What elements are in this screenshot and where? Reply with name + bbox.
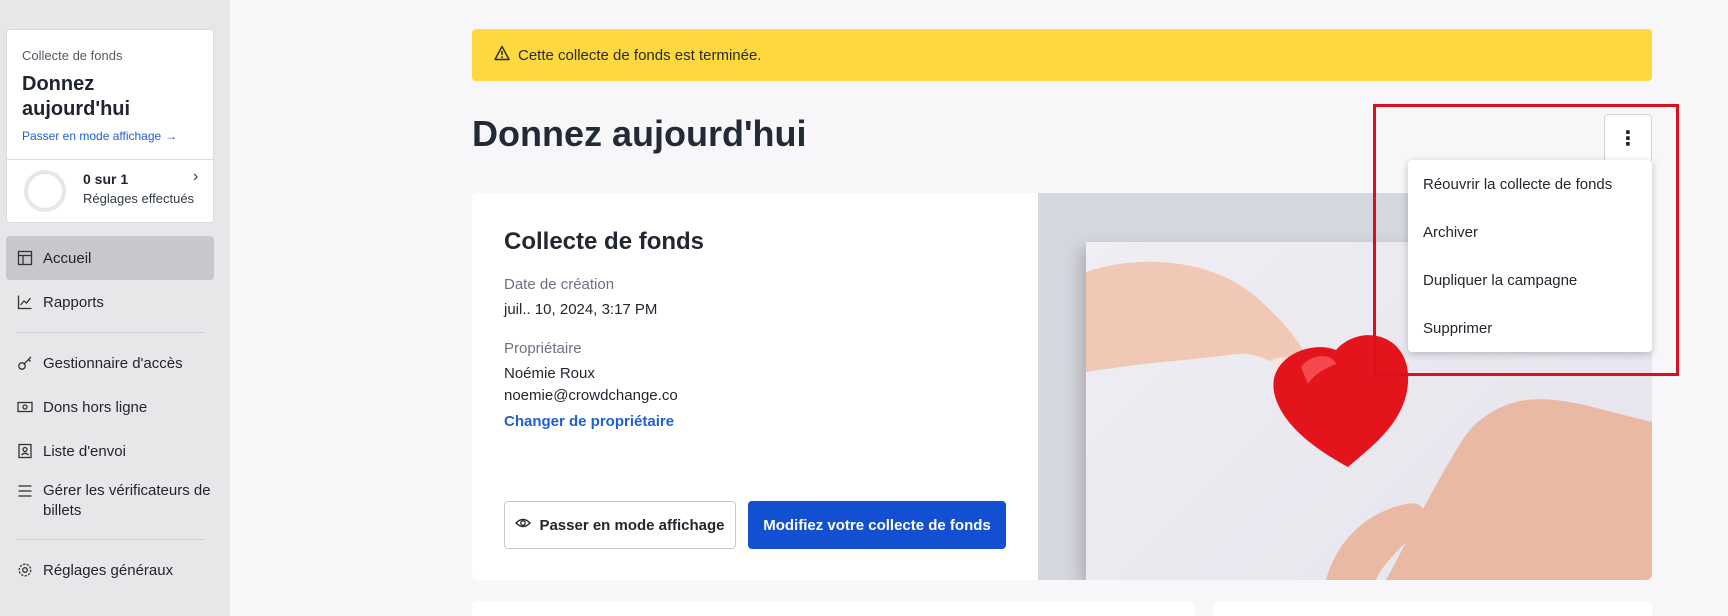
sidebar-item-mailing-list[interactable]: Liste d'envoi: [6, 429, 214, 473]
created-date-label: Date de création: [504, 276, 615, 293]
menu-item-reopen[interactable]: Réouvrir la collecte de fonds: [1408, 160, 1652, 208]
arrow-right-icon: →: [165, 129, 178, 143]
owner-name: Noémie Roux: [504, 365, 595, 382]
page-title: Donnez aujourd'hui: [472, 113, 807, 154]
card-title: Collecte de fonds: [504, 228, 705, 255]
fundraiser-details: Collecte de fonds Date de création juil.…: [472, 193, 1038, 580]
cash-icon: [17, 399, 33, 415]
contact-icon: [17, 443, 33, 459]
sidebar-item-label: Dons hors ligne: [43, 398, 148, 416]
menu-item-duplicate[interactable]: Dupliquer la campagne: [1408, 256, 1652, 304]
alert-text: Cette collecte de fonds est terminée.: [518, 46, 762, 64]
menu-item-delete[interactable]: Supprimer: [1408, 304, 1652, 352]
bottom-card: [1214, 601, 1652, 616]
sidebar-item-label: Gestionnaire d'accès: [43, 354, 183, 372]
sidebar-item-access-manager[interactable]: Gestionnaire d'accès: [6, 341, 214, 385]
more-actions-menu: Réouvrir la collecte de fonds Archiver D…: [1408, 160, 1652, 352]
view-mode-button-label: Passer en mode affichage: [539, 516, 725, 534]
sidebar-item-label: Rapports: [43, 293, 104, 311]
view-mode-link-label: Passer en mode affichage: [22, 129, 162, 143]
menu-item-archive[interactable]: Archiver: [1408, 208, 1652, 256]
more-actions-button[interactable]: ⋮: [1604, 114, 1652, 162]
sidebar-item-label: Accueil: [43, 249, 92, 267]
campaign-summary-card: Collecte de fonds Donnez aujourd'hui Pas…: [6, 29, 214, 223]
chart-icon: [17, 294, 33, 310]
view-mode-button[interactable]: Passer en mode affichage: [504, 501, 736, 549]
sidebar-item-accueil[interactable]: Accueil: [6, 236, 214, 280]
chevron-right-icon[interactable]: ›: [193, 168, 198, 186]
owner-label: Propriétaire: [504, 340, 582, 357]
key-icon: [17, 355, 33, 371]
progress-count: 0 sur 1: [83, 171, 129, 187]
warning-icon: [494, 45, 510, 66]
divider: [16, 539, 204, 540]
campaign-section-label: Collecte de fonds: [22, 48, 123, 63]
change-owner-link[interactable]: Changer de propriétaire: [504, 413, 674, 430]
sidebar-item-ticket-checkers[interactable]: Gérer les vérificateurs de billets: [6, 473, 214, 531]
sidebar-item-rapports[interactable]: Rapports: [6, 280, 214, 324]
divider: [16, 332, 204, 333]
campaign-title: Donnez aujourd'hui: [22, 73, 131, 120]
progress-ring: [24, 170, 66, 212]
owner-email: noemie@crowdchange.co: [504, 387, 678, 404]
sidebar-item-label: Réglages généraux: [43, 561, 174, 579]
bottom-card: [472, 601, 1194, 616]
view-mode-link[interactable]: Passer en mode affichage →: [22, 129, 177, 143]
more-vertical-icon: ⋮: [1618, 127, 1638, 150]
sidebar-item-label: Liste d'envoi: [43, 442, 126, 460]
eye-icon: [515, 515, 532, 535]
progress-subtitle: Réglages effectués: [83, 191, 195, 206]
list-icon: [17, 483, 33, 499]
divider: [7, 159, 213, 160]
created-date-value: juil.. 10, 2024, 3:17 PM: [504, 301, 658, 318]
campaign-ended-alert: Cette collecte de fonds est terminée.: [472, 29, 1652, 81]
sidebar-item-label: Gérer les vérificateurs de billets: [43, 482, 211, 519]
sidebar-nav: Accueil Rapports Gestionnaire d'accès Do…: [6, 236, 214, 592]
sidebar: Collecte de fonds Donnez aujourd'hui Pas…: [0, 0, 230, 616]
sidebar-item-general-settings[interactable]: Réglages généraux: [6, 548, 214, 592]
gear-icon: [17, 562, 33, 578]
layout-icon: [17, 250, 33, 266]
sidebar-item-offline-donations[interactable]: Dons hors ligne: [6, 385, 214, 429]
edit-fundraiser-button[interactable]: Modifiez votre collecte de fonds: [748, 501, 1006, 549]
